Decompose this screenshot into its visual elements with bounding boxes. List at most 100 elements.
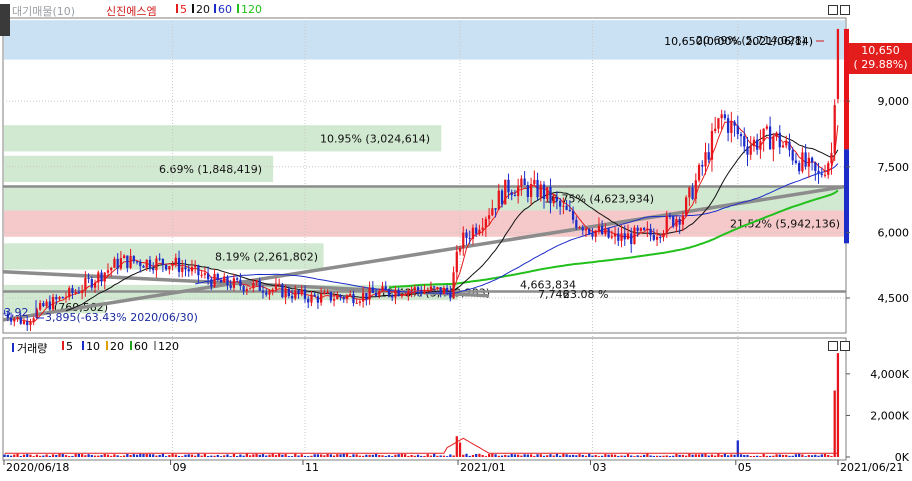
candle-body [51, 296, 55, 310]
volume-bar [77, 453, 81, 457]
candle-body [659, 236, 662, 238]
volume-bar [300, 454, 303, 457]
candle-body [252, 282, 255, 289]
candle-body [287, 288, 290, 297]
volume-legend-120: 120 [154, 340, 179, 353]
candle-body [665, 216, 668, 233]
candle-body [523, 178, 526, 186]
volume-bar [827, 454, 830, 457]
volume-bar [126, 454, 129, 457]
stock-name-label: 신진에스엠 [106, 5, 157, 18]
volume-bar [584, 455, 588, 457]
candle-body [655, 236, 659, 240]
volume-bar [817, 455, 820, 457]
candle-body [830, 153, 833, 164]
volume-bar [336, 454, 339, 457]
candle-body [772, 136, 775, 150]
volume-bar [798, 453, 801, 457]
volume-bar [471, 454, 475, 457]
candle-body [394, 290, 397, 298]
volume-bar [268, 454, 271, 457]
volume-bar [785, 454, 788, 457]
candle-body [597, 226, 601, 231]
volume-bar [620, 455, 623, 457]
candle-body [710, 130, 714, 160]
candle-body [733, 121, 736, 126]
candle-body [814, 162, 817, 171]
close-icon[interactable] [840, 5, 850, 15]
candle-body [236, 278, 239, 280]
candle-body [420, 290, 423, 294]
volume-bar [571, 454, 575, 457]
volume-bar [381, 455, 384, 457]
volume-bar [329, 454, 332, 457]
volume-bar [103, 453, 106, 457]
candle-body [323, 292, 326, 295]
candle-body [801, 152, 804, 172]
volume-bar [478, 453, 481, 457]
volume-bar [239, 454, 242, 457]
volume-bar [442, 455, 446, 457]
candle-body [416, 287, 420, 291]
candle-body [439, 287, 442, 295]
candle-body [484, 218, 487, 228]
candle-body [290, 296, 294, 299]
candle-body [568, 209, 571, 211]
volume-bar [116, 455, 119, 457]
candle-body [148, 259, 152, 269]
candle-body [675, 219, 678, 227]
candle-body [678, 219, 681, 225]
candle-body [529, 183, 533, 197]
candle-body [536, 179, 539, 198]
candle-body [84, 277, 87, 291]
volume-bar [74, 453, 77, 457]
candle-body [445, 287, 449, 292]
volume-bar [184, 454, 187, 457]
candle-body [42, 302, 45, 307]
candle-body [607, 228, 610, 238]
volume-bar [752, 455, 756, 457]
candle-body [765, 126, 768, 129]
candle-body [113, 258, 116, 268]
ma5-legend-label: 5 [180, 3, 187, 16]
volume-close-icon[interactable] [840, 341, 850, 351]
candle-body [510, 192, 513, 196]
candle-body [833, 105, 836, 154]
maximize-icon[interactable] [828, 5, 838, 15]
candle-body [100, 272, 103, 282]
candle-body [310, 294, 313, 303]
candle-body [652, 235, 655, 240]
candle-body [601, 226, 604, 234]
candle-body [248, 288, 252, 290]
candle-body [643, 228, 646, 230]
candle-body [630, 233, 633, 245]
candle-body [261, 290, 265, 293]
panel-settings-icon[interactable] [0, 4, 10, 36]
candle-body [242, 286, 245, 292]
candle-body [546, 187, 549, 199]
volume-legend-120-label: 120 [158, 340, 179, 353]
candle-body [93, 282, 97, 288]
volume-bar [45, 454, 48, 457]
volume-bar [481, 455, 484, 457]
candle-body [487, 215, 491, 219]
candle-body [807, 157, 810, 167]
volume-bar [252, 454, 255, 457]
volume-bar [536, 454, 539, 457]
candle-body [110, 267, 113, 271]
stock-chart[interactable]: 20.69% (5,714,028)10.95% (3,024,614)6.69… [0, 0, 912, 478]
volume-maximize-icon[interactable] [828, 341, 838, 351]
volume-bar [423, 456, 426, 457]
volume-bar [255, 453, 258, 457]
candle-body [29, 321, 32, 326]
volume-bar [487, 454, 491, 457]
volume-bar [778, 454, 781, 457]
volume-bar [659, 455, 662, 457]
candle-body [355, 302, 358, 304]
candle-body [139, 261, 142, 267]
candle-body [562, 205, 565, 207]
volume-bar [604, 454, 607, 457]
candle-body [504, 179, 507, 205]
volume-bar [174, 454, 177, 457]
volume-bar [610, 454, 613, 457]
